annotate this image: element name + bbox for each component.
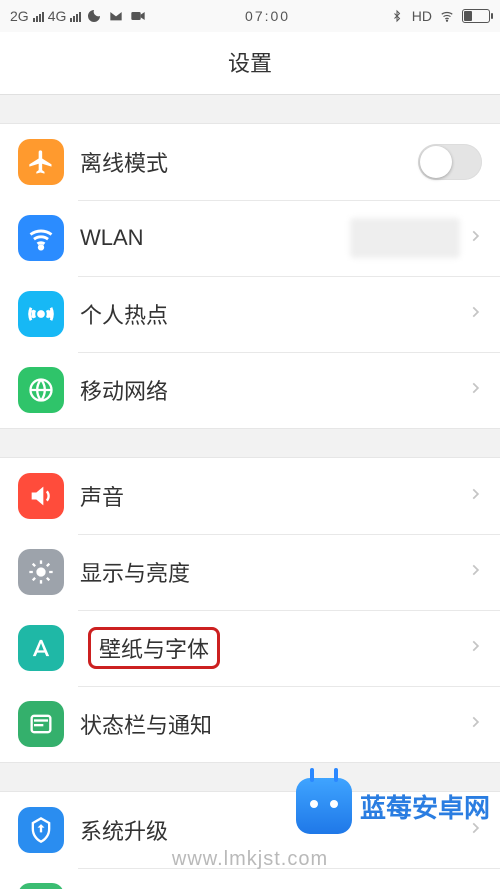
chevron-right-icon [468, 635, 482, 662]
chevron-right-icon [468, 225, 482, 252]
airplane-toggle[interactable] [418, 144, 482, 180]
status-left: 2G 4G [10, 7, 147, 25]
settings-group-display: 声音 显示与亮度 壁纸与字体 状态栏与通知 [0, 457, 500, 763]
highlight-box: 壁纸与字体 [88, 627, 220, 669]
row-label: 离线模式 [80, 146, 418, 178]
row-airplane-mode[interactable]: 离线模式 [0, 124, 500, 200]
row-label: 声音 [80, 480, 468, 512]
row-label: WLAN [80, 225, 350, 251]
statusbar-icon [18, 701, 64, 747]
row-label: 个人热点 [80, 298, 468, 330]
upgrade-icon [18, 807, 64, 853]
phone-icon [18, 883, 64, 889]
brightness-icon [18, 549, 64, 595]
row-wallpaper-font[interactable]: 壁纸与字体 [0, 610, 500, 686]
row-hotspot[interactable]: 个人热点 [0, 276, 500, 352]
row-label: 壁纸与字体 [80, 627, 220, 669]
net-mode-label-2: 4G [48, 8, 67, 24]
hd-label: HD [412, 8, 432, 24]
row-label: 状态栏与通知 [80, 708, 468, 740]
row-sound[interactable]: 声音 [0, 458, 500, 534]
bluetooth-icon [388, 7, 406, 25]
chevron-right-icon [468, 559, 482, 586]
globe-icon [18, 367, 64, 413]
airplane-icon [18, 139, 64, 185]
hotspot-icon [18, 291, 64, 337]
chevron-right-icon [468, 377, 482, 404]
status-right: HD [388, 7, 490, 25]
moon-icon [85, 7, 103, 25]
signal-bars-1 [33, 10, 44, 22]
row-phone[interactable]: 电话 [0, 868, 500, 889]
battery-icon [462, 9, 490, 23]
font-icon [18, 625, 64, 671]
chevron-right-icon [468, 483, 482, 510]
status-time: 07:00 [147, 8, 387, 24]
row-mobile-network[interactable]: 移动网络 [0, 352, 500, 428]
chevron-right-icon [468, 711, 482, 738]
row-statusbar-notification[interactable]: 状态栏与通知 [0, 686, 500, 762]
video-icon [129, 7, 147, 25]
row-display-brightness[interactable]: 显示与亮度 [0, 534, 500, 610]
chevron-right-icon [468, 301, 482, 328]
settings-group-system: 系统升级 电话 帐户与同步 [0, 791, 500, 889]
row-system-upgrade[interactable]: 系统升级 [0, 792, 500, 868]
signal-bars-2 [70, 10, 81, 22]
row-label: 移动网络 [80, 374, 468, 406]
row-wlan[interactable]: WLAN [0, 200, 500, 276]
row-label: 显示与亮度 [80, 556, 468, 588]
sound-icon [18, 473, 64, 519]
wifi-icon [18, 215, 64, 261]
page-title: 设置 [0, 32, 500, 95]
settings-group-connectivity: 离线模式 WLAN 个人热点 移动网络 [0, 123, 500, 429]
wifi-status-icon [438, 7, 456, 25]
status-bar: 2G 4G 07:00 HD [0, 0, 500, 32]
net-mode-label-1: 2G [10, 8, 29, 24]
wlan-value-blurred [350, 218, 460, 258]
mail-icon [107, 7, 125, 25]
row-label: 系统升级 [80, 814, 468, 846]
chevron-right-icon [468, 817, 482, 844]
